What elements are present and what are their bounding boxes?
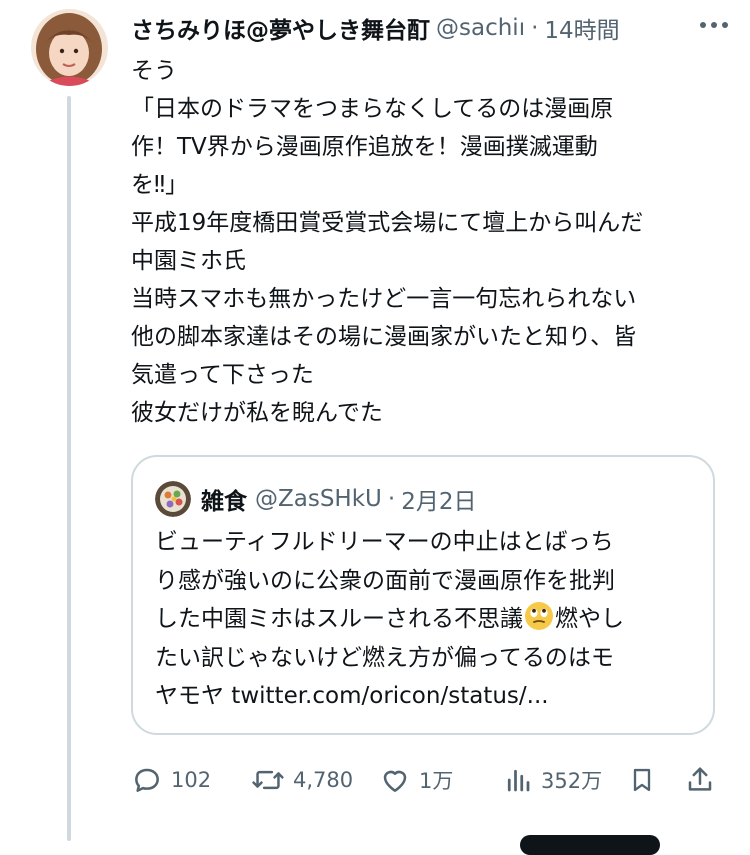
quoted-text-line: り感が強いのに公衆の面前で漫画原作を批判 xyxy=(155,567,615,594)
post-text-line: 気遣って下さった xyxy=(131,362,314,388)
reply-button[interactable]: 102 xyxy=(131,758,211,802)
share-icon xyxy=(688,767,712,791)
face-with-rolling-eyes-emoji xyxy=(524,601,554,631)
quoted-handle: @ZasSHkU xyxy=(255,486,382,512)
action-bar: 102 4,780 1万 352万 xyxy=(131,758,731,802)
reply-count: 102 xyxy=(171,768,212,792)
quoted-text-line[interactable]: ヤモヤ twitter.com/oricon/status/... xyxy=(155,677,700,716)
share-button[interactable] xyxy=(685,758,715,802)
repost-icon xyxy=(252,770,284,790)
user-handle[interactable]: @sachiı xyxy=(436,15,525,41)
quoted-text-fragment: 燃やし xyxy=(555,606,624,632)
bottom-floating-button[interactable] xyxy=(520,835,660,855)
quoted-time: 2月2日 xyxy=(401,489,477,515)
more-horizontal-icon[interactable] xyxy=(692,10,736,40)
quoted-text-line: たい訳じゃないけど燃え方が偏ってるのはモ xyxy=(155,644,614,671)
quoted-text-line: ビューティフルドリーマーの中止はとばっち xyxy=(155,529,614,555)
separator-dot: · xyxy=(387,486,396,512)
reply-icon xyxy=(135,768,159,792)
post-time[interactable]: 14時間 xyxy=(544,11,619,45)
views-icon xyxy=(507,769,530,792)
post-text-line: そう xyxy=(131,58,177,84)
views-button[interactable]: 352万 xyxy=(503,758,602,802)
quoted-text: ビューティフルドリーマーの中止はとばっち り感が強いのに公衆の面前で漫画原作を批… xyxy=(155,523,700,716)
separator-dot: · xyxy=(531,15,539,41)
quoted-text-fragment: した中園ミホはスルーされる不思議 xyxy=(155,606,523,632)
like-count: 1万 xyxy=(419,769,454,793)
quoted-avatar xyxy=(155,481,191,517)
heart-icon xyxy=(383,770,407,792)
post-text-line: 作！TV界から漫画原作追放を！漫画撲滅運動 xyxy=(131,134,598,160)
post-text: そう 「日本のドラマをつまらなくしてるのは漫画原 作！TV界から漫画原作追放を！… xyxy=(131,52,731,432)
post-text-line: 彼女だけが私を睨んでた xyxy=(131,400,383,426)
post-text-line: 当時スマホも無かったけど一言一句忘れられない xyxy=(131,286,637,312)
bookmark-icon xyxy=(633,768,651,792)
avatar[interactable] xyxy=(31,9,108,86)
post-text-line: 中園ミホ氏 xyxy=(131,248,246,274)
post-text-line: 他の脚本家達はその場に漫画家がいたと知り、皆 xyxy=(131,324,637,350)
repost-button[interactable]: 4,780 xyxy=(251,758,353,802)
thread-line xyxy=(67,96,71,841)
quoted-display-name: 雑食 xyxy=(201,489,247,515)
like-button[interactable]: 1万 xyxy=(379,758,453,802)
quoted-post[interactable]: 雑食 @ZasSHkU · 2月2日 ビューティフルドリーマーの中止はとばっち … xyxy=(131,455,715,735)
post-text-line: を‼」 xyxy=(131,172,189,198)
post-header: さちみりほ@夢やしき舞台酊 @sachiı · 14時間 xyxy=(131,10,731,46)
post-text-line: 「日本のドラマをつまらなくしてるのは漫画原 xyxy=(131,96,614,122)
display-name[interactable]: さちみりほ@夢やしき舞台酊 xyxy=(131,11,430,45)
quoted-post-header: 雑食 @ZasSHkU · 2月2日 xyxy=(155,481,476,517)
bookmark-button[interactable] xyxy=(628,758,656,802)
repost-count: 4,780 xyxy=(293,768,354,792)
quoted-text-line: した中園ミホはスルーされる不思議 燃やし xyxy=(155,600,700,639)
post-text-line: 平成19年度橋田賞受賞式会場にて壇上から叫んだ xyxy=(131,210,644,236)
views-count: 352万 xyxy=(541,769,603,793)
